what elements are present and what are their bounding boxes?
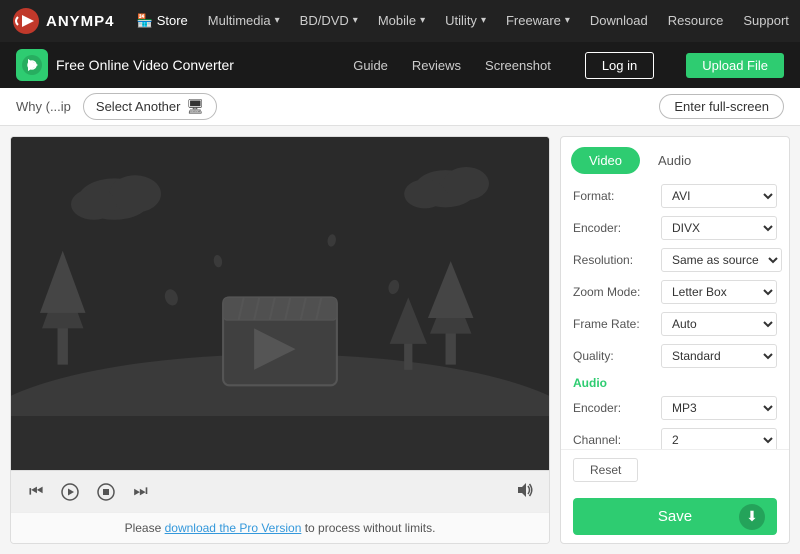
nav-bddvd[interactable]: BD/DVD ▾ — [292, 0, 366, 42]
select-another-label: Select Another — [96, 99, 181, 114]
second-nav-links: Guide Reviews Screenshot Log in Upload F… — [353, 52, 784, 79]
main-area: ⏮ ⏭ — [0, 126, 800, 554]
zoom-select[interactable]: Letter Box — [661, 280, 777, 304]
nav-multimedia-label: Multimedia — [208, 0, 271, 42]
app-logo-icon — [16, 49, 48, 81]
chevron-down-icon: ▾ — [481, 0, 486, 42]
top-nav: ANYMP4 🏪 Store Multimedia ▾ BD/DVD ▾ Mob… — [0, 0, 800, 42]
nav-download[interactable]: Download — [582, 0, 656, 42]
quality-select[interactable]: Standard — [661, 344, 777, 368]
settings-tabs: Video Audio — [561, 137, 789, 174]
resolution-select[interactable]: Same as source — [661, 248, 782, 272]
tab-audio[interactable]: Audio — [640, 147, 709, 174]
volume-button[interactable] — [517, 482, 535, 501]
monitor-icon: 🖥 — [186, 98, 204, 115]
video-illustration — [11, 137, 549, 416]
nav-support-label: Support — [743, 0, 789, 42]
settings-panel: Video Audio Format: AVI Encoder: DIVX Re… — [560, 136, 790, 544]
framerate-label: Frame Rate: — [573, 317, 661, 331]
audio-section-label: Audio — [573, 376, 777, 390]
logo-text: ANYMP4 — [46, 13, 115, 30]
audio-encoder-row: Encoder: MP3 — [573, 396, 777, 420]
channel-label: Channel: — [573, 433, 661, 447]
save-section: Save ⬇ — [561, 490, 789, 543]
format-select[interactable]: AVI — [661, 184, 777, 208]
save-button[interactable]: Save ⬇ — [573, 498, 777, 535]
video-player — [11, 137, 549, 470]
nav-screenshot[interactable]: Screenshot — [485, 58, 551, 73]
nav-mobile[interactable]: Mobile ▾ — [370, 0, 433, 42]
nav-utility[interactable]: Utility ▾ — [437, 0, 494, 42]
encoder-row: Encoder: DIVX — [573, 216, 777, 240]
tab-video[interactable]: Video — [571, 147, 640, 174]
nav-resource-label: Resource — [668, 0, 724, 42]
save-label: Save — [658, 508, 692, 525]
save-icon: ⬇ — [739, 504, 765, 530]
bottom-bar: Please download the Pro Version to proce… — [11, 512, 549, 543]
store-icon: 🏪 — [137, 0, 153, 42]
nav-bddvd-label: BD/DVD — [300, 0, 349, 42]
play-button[interactable] — [57, 481, 83, 503]
nav-freeware-label: Freeware — [506, 0, 561, 42]
logo-icon — [12, 7, 40, 35]
full-screen-button[interactable]: Enter full-screen — [659, 94, 784, 119]
upload-file-button[interactable]: Upload File — [686, 53, 784, 78]
bottom-bar-text-before: Please — [125, 521, 165, 535]
why-text: Why (...ip — [16, 99, 71, 114]
download-pro-link[interactable]: download the Pro Version — [165, 521, 302, 535]
nav-support[interactable]: Support — [735, 0, 797, 42]
toolbar-bar: Why (...ip Select Another 🖥 Enter full-s… — [0, 88, 800, 126]
fast-forward-button[interactable]: ⏭ — [129, 481, 151, 503]
video-section: ⏮ ⏭ — [10, 136, 550, 544]
nav-freeware[interactable]: Freeware ▾ — [498, 0, 578, 42]
select-another-button[interactable]: Select Another 🖥 — [83, 93, 217, 120]
nav-store-label: Store — [157, 0, 188, 42]
stop-button[interactable] — [93, 481, 119, 503]
chevron-down-icon: ▾ — [420, 0, 425, 42]
settings-footer: Reset — [561, 449, 789, 490]
framerate-select[interactable]: Auto — [661, 312, 777, 336]
nav-multimedia[interactable]: Multimedia ▾ — [200, 0, 288, 42]
zoom-label: Zoom Mode: — [573, 285, 661, 299]
nav-utility-label: Utility — [445, 0, 477, 42]
nav-download-label: Download — [590, 0, 648, 42]
audio-encoder-select[interactable]: MP3 — [661, 396, 777, 420]
format-row: Format: AVI — [573, 184, 777, 208]
encoder-label: Encoder: — [573, 221, 661, 235]
format-label: Format: — [573, 189, 661, 203]
quality-label: Quality: — [573, 349, 661, 363]
quality-row: Quality: Standard — [573, 344, 777, 368]
nav-reviews[interactable]: Reviews — [412, 58, 461, 73]
video-background — [11, 137, 549, 470]
zoom-row: Zoom Mode: Letter Box — [573, 280, 777, 304]
app-logo: Free Online Video Converter — [16, 49, 234, 81]
audio-encoder-label: Encoder: — [573, 401, 661, 415]
rewind-button[interactable]: ⏮ — [25, 481, 47, 503]
settings-body: Format: AVI Encoder: DIVX Resolution: Sa… — [561, 174, 789, 449]
nav-store[interactable]: 🏪 Store — [129, 0, 196, 42]
second-nav: Free Online Video Converter Guide Review… — [0, 42, 800, 88]
channel-select[interactable]: 2 — [661, 428, 777, 449]
video-controls: ⏮ ⏭ — [11, 470, 549, 512]
nav-resource[interactable]: Resource — [660, 0, 732, 42]
chevron-down-icon: ▾ — [353, 0, 358, 42]
nav-mobile-label: Mobile — [378, 0, 416, 42]
channel-row: Channel: 2 — [573, 428, 777, 449]
nav-guide[interactable]: Guide — [353, 58, 388, 73]
reset-button[interactable]: Reset — [573, 458, 638, 482]
resolution-row: Resolution: Same as source — [573, 248, 777, 272]
framerate-row: Frame Rate: Auto — [573, 312, 777, 336]
bottom-bar-text-after: to process without limits. — [301, 521, 435, 535]
chevron-down-icon: ▾ — [275, 0, 280, 42]
logo-area: ANYMP4 — [12, 7, 115, 35]
resolution-label: Resolution: — [573, 253, 661, 267]
app-title: Free Online Video Converter — [56, 57, 234, 73]
chevron-down-icon: ▾ — [565, 0, 570, 42]
log-in-button[interactable]: Log in — [585, 52, 654, 79]
encoder-select[interactable]: DIVX — [661, 216, 777, 240]
